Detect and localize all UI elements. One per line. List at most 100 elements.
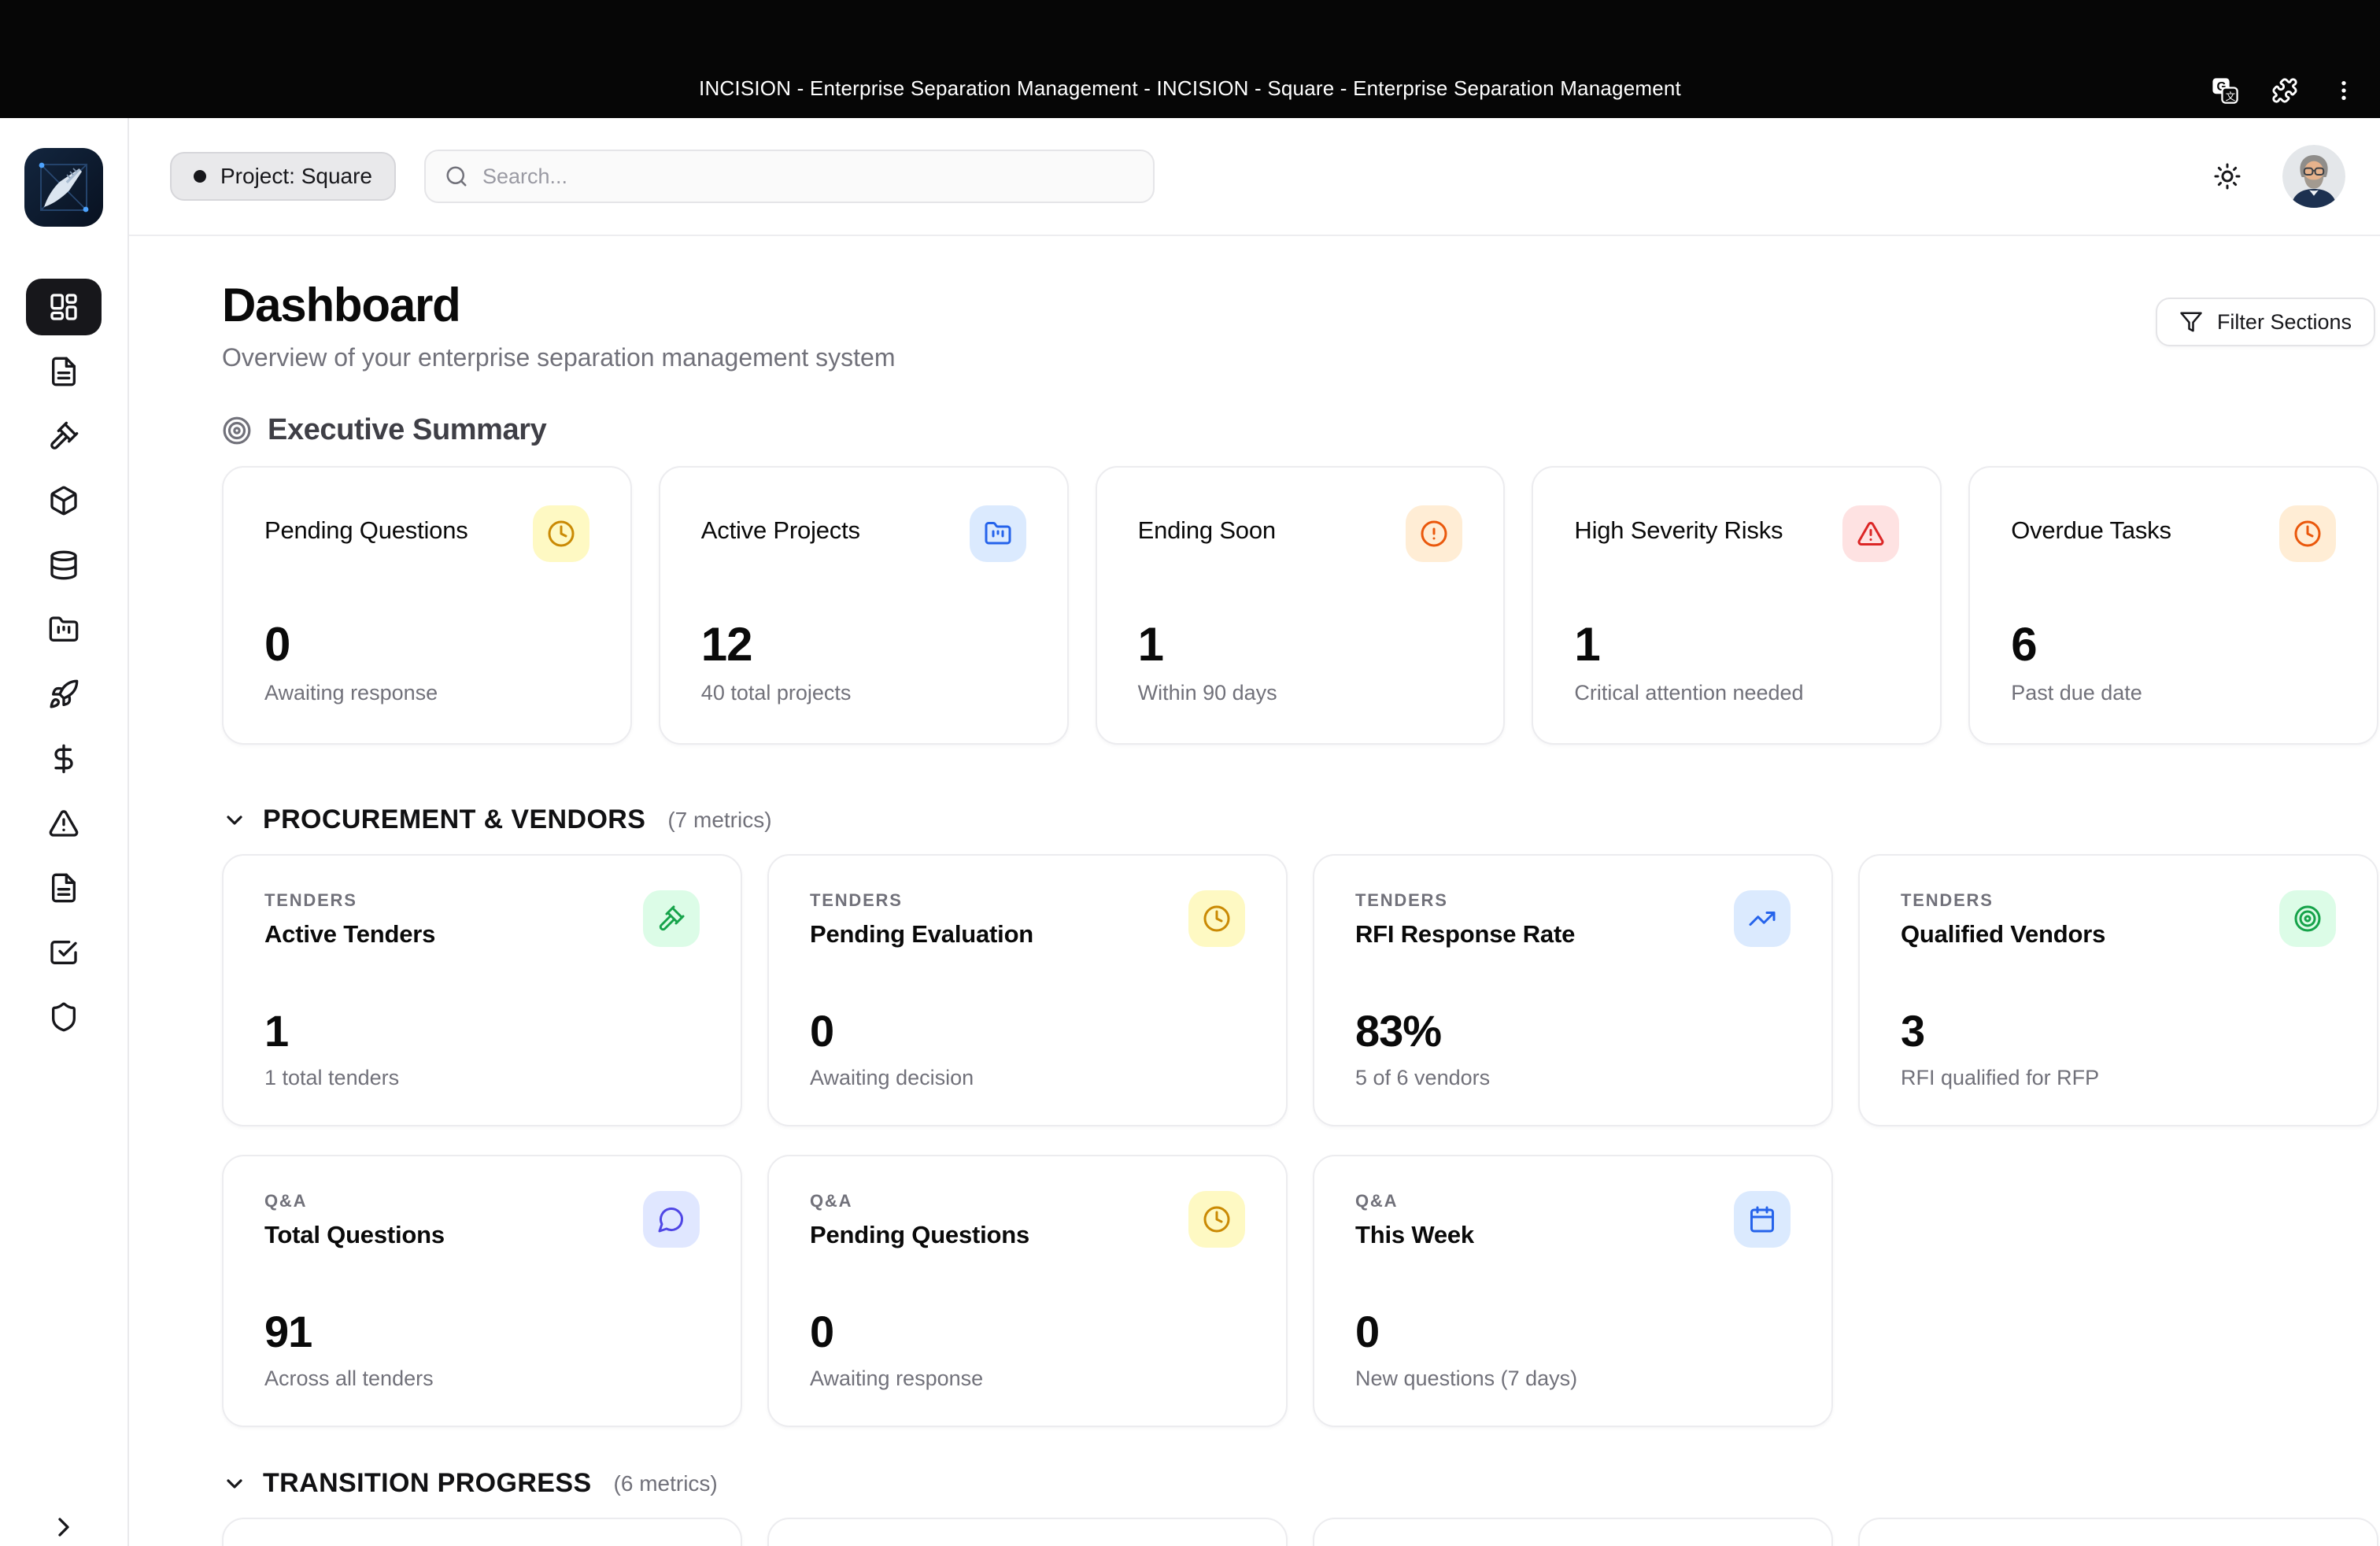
metric-card-partial[interactable] (222, 1518, 742, 1546)
metric-card-pending-questions[interactable]: Q&A Pending Questions 0 Awaiting respons… (767, 1155, 1288, 1427)
sidebar-item-packages[interactable] (26, 472, 102, 529)
app-header: Project: Square (129, 118, 2380, 236)
executive-summary-cards: Pending Questions 0 Awaiting response Ac… (222, 466, 2378, 745)
metric-card-rfi-response-rate[interactable]: TENDERS RFI Response Rate 83% 5 of 6 ven… (1313, 854, 1833, 1126)
metric-card-pending-evaluation[interactable]: TENDERS Pending Evaluation 0 Awaiting de… (767, 854, 1288, 1126)
sidebar-item-reports[interactable] (26, 860, 102, 916)
transition-section-header[interactable]: TRANSITION PROGRESS (6 metrics) (222, 1468, 2378, 1499)
sidebar-item-documents[interactable] (26, 343, 102, 400)
search-input[interactable] (482, 164, 1134, 189)
card-title: Active Tenders (264, 920, 436, 948)
target-icon (222, 416, 252, 446)
clock-icon (2278, 505, 2336, 562)
sidebar-expand-button[interactable] (48, 1511, 79, 1543)
sidebar-item-projects[interactable] (26, 601, 102, 658)
app-logo[interactable] (24, 148, 103, 227)
sidebar-item-finance[interactable] (26, 730, 102, 787)
user-avatar[interactable] (2282, 145, 2345, 208)
card-value: 0 (1355, 1307, 1380, 1356)
card-caption: 1 total tenders (264, 1066, 400, 1089)
transition-section-title: TRANSITION PROGRESS (263, 1468, 592, 1498)
card-caption: Awaiting response (264, 681, 438, 705)
card-value: 3 (1901, 1006, 1925, 1056)
card-caption: RFI qualified for RFP (1901, 1066, 2100, 1089)
card-value: 0 (810, 1006, 834, 1056)
metric-card-qualified-vendors[interactable]: TENDERS Qualified Vendors 3 RFI qualifie… (1858, 854, 2378, 1126)
search-box[interactable] (424, 150, 1155, 203)
card-category: TENDERS (1901, 890, 1994, 910)
sidebar-item-risks[interactable] (26, 795, 102, 852)
card-value: 1 (264, 1006, 289, 1056)
translate-icon[interactable]: G 文 (2212, 77, 2238, 104)
sidebar-item-tenders[interactable] (26, 408, 102, 464)
rocket-icon (48, 679, 79, 710)
chevron-right-icon (48, 1511, 79, 1543)
card-title: Overdue Tasks (2011, 516, 2171, 544)
card-caption: 40 total projects (700, 681, 852, 705)
dollar-sign-icon (48, 743, 79, 775)
procurement-section-header[interactable]: PROCUREMENT & VENDORS (7 metrics) (222, 804, 2378, 835)
summary-card-pending-questions[interactable]: Pending Questions 0 Awaiting response (222, 466, 632, 745)
extensions-puzzle-icon[interactable] (2271, 77, 2298, 104)
sidebar-item-tasks[interactable] (26, 924, 102, 981)
transition-metrics-count: (6 metrics) (613, 1470, 718, 1496)
card-caption: Awaiting response (810, 1367, 984, 1390)
card-title: Pending Questions (264, 516, 468, 544)
window-title: INCISION - Enterprise Separation Managem… (699, 76, 1681, 100)
sidebar-item-security[interactable] (26, 989, 102, 1045)
calendar-icon (1734, 1191, 1791, 1248)
shield-icon (48, 1001, 79, 1033)
folder-kanban-icon (969, 505, 1026, 562)
summary-card-active-projects[interactable]: Active Projects 12 40 total projects (658, 466, 1069, 745)
filter-icon (2179, 310, 2203, 334)
file-report-icon (48, 872, 79, 904)
summary-card-ending-soon[interactable]: Ending Soon 1 Within 90 days (1095, 466, 1506, 745)
tenders-metric-cards: TENDERS Active Tenders 1 1 total tenders… (222, 854, 2378, 1126)
card-category: Q&A (1355, 1191, 1399, 1211)
qa-metric-cards: Q&A Total Questions 91 Across all tender… (222, 1155, 2378, 1427)
metric-card-this-week[interactable]: Q&A This Week 0 New questions (7 days) (1313, 1155, 1833, 1427)
metric-card-active-tenders[interactable]: TENDERS Active Tenders 1 1 total tenders (222, 854, 742, 1126)
filter-sections-button[interactable]: Filter Sections (2155, 298, 2375, 346)
folder-kanban-icon (48, 614, 79, 645)
card-caption: 5 of 6 vendors (1355, 1066, 1491, 1089)
alert-triangle-icon (48, 808, 79, 839)
sun-icon (2213, 162, 2241, 190)
sidebar-item-data[interactable] (26, 537, 102, 594)
sidebar-item-dashboard[interactable] (26, 279, 102, 335)
sidebar (0, 118, 129, 1546)
metric-card-partial[interactable] (1313, 1518, 1833, 1546)
sidebar-item-launch[interactable] (26, 666, 102, 723)
sidebar-nav (26, 279, 102, 1045)
executive-summary-header: Executive Summary (222, 413, 2378, 447)
procurement-section-title: PROCUREMENT & VENDORS (263, 804, 646, 834)
clock-icon (1188, 890, 1245, 947)
card-caption: Past due date (2011, 681, 2142, 705)
metric-card-partial[interactable] (767, 1518, 1288, 1546)
summary-card-high-severity-risks[interactable]: High Severity Risks 1 Critical attention… (1532, 466, 1942, 745)
card-value: 12 (700, 618, 753, 671)
card-title: Qualified Vendors (1901, 920, 2106, 948)
svg-text:文: 文 (2226, 91, 2236, 102)
database-icon (48, 549, 79, 581)
alert-circle-icon (1406, 505, 1463, 562)
project-selector-button[interactable]: Project: Square (170, 152, 396, 201)
card-category: TENDERS (810, 890, 903, 910)
browser-menu-icon[interactable] (2331, 78, 2356, 103)
metric-card-total-questions[interactable]: Q&A Total Questions 91 Across all tender… (222, 1155, 742, 1427)
project-status-dot (194, 170, 206, 183)
card-title: Ending Soon (1137, 516, 1277, 544)
check-square-icon (48, 937, 79, 968)
card-category: TENDERS (264, 890, 357, 910)
package-icon (48, 485, 79, 516)
card-caption: Critical attention needed (1574, 681, 1804, 705)
metric-card-partial[interactable] (1858, 1518, 2378, 1546)
theme-toggle-button[interactable] (2213, 162, 2241, 190)
summary-card-overdue-tasks[interactable]: Overdue Tasks 6 Past due date (1968, 466, 2378, 745)
browser-titlebar: INCISION - Enterprise Separation Managem… (0, 0, 2380, 118)
card-title: High Severity Risks (1574, 516, 1783, 544)
card-category: Q&A (810, 1191, 853, 1211)
card-caption: Across all tenders (264, 1367, 434, 1390)
page-title: Dashboard (222, 279, 461, 331)
card-category: Q&A (264, 1191, 308, 1211)
